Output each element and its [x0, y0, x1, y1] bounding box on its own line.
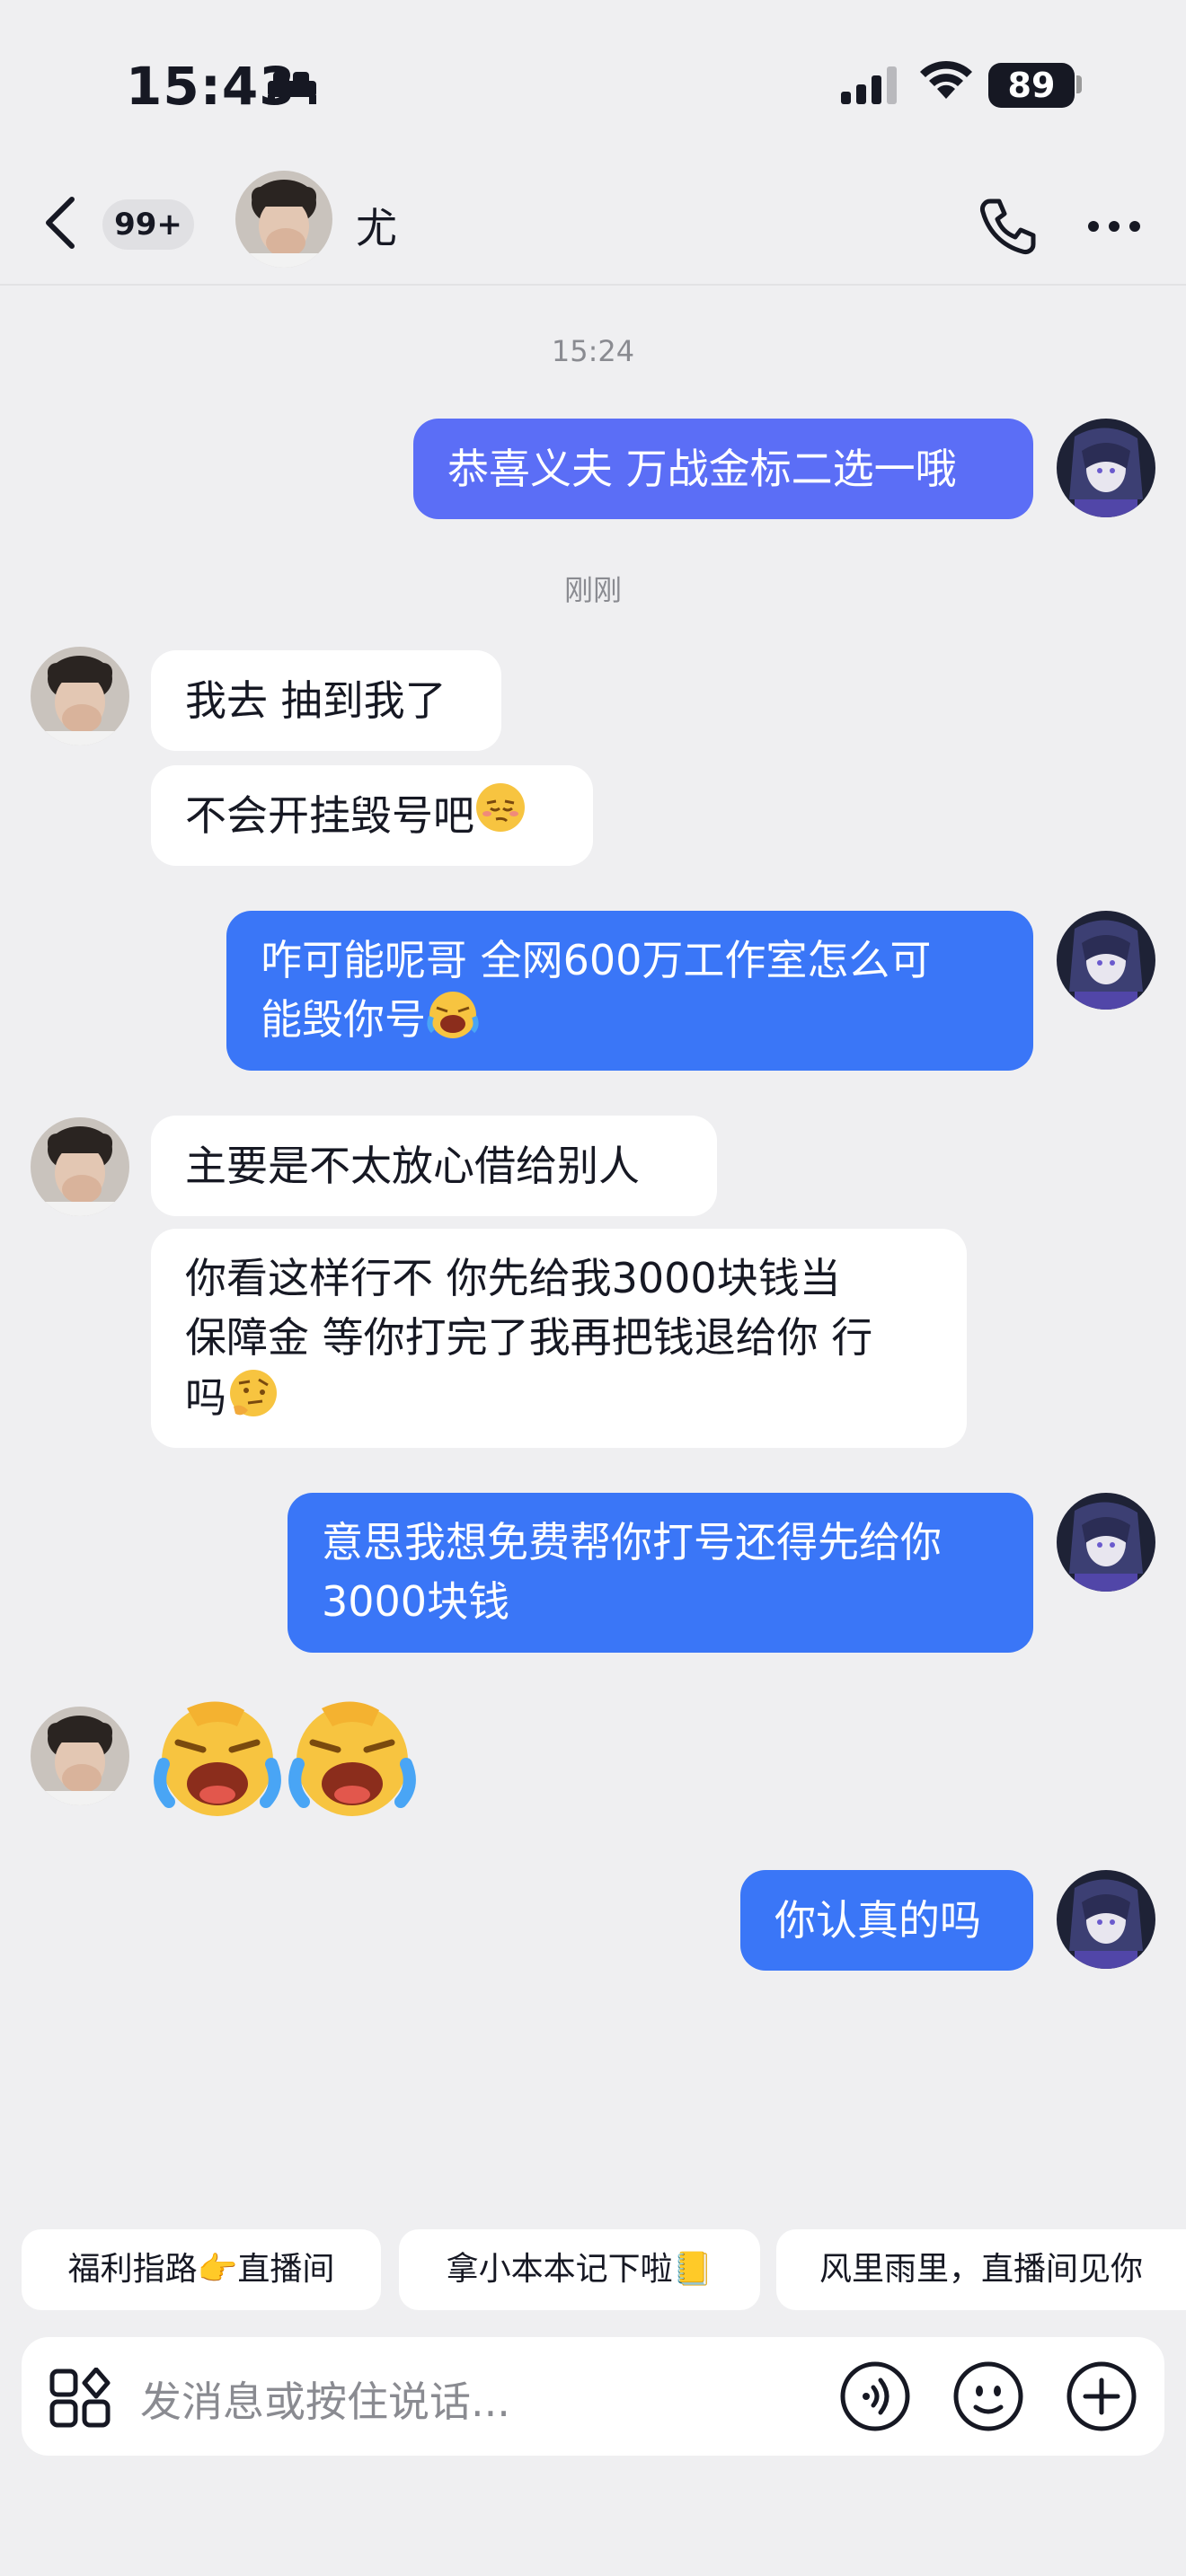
timestamp: 15:24: [551, 334, 635, 368]
contact-message-avatar[interactable]: [31, 1117, 129, 1216]
message-text-line: 能毁你号: [261, 995, 426, 1044]
contact-message-bubble[interactable]: 不会开挂毁号吧: [151, 765, 593, 866]
header-divider: [0, 284, 1186, 286]
message-text-line: 咋可能呢哥 全网600万工作室怎么可: [261, 936, 932, 984]
contact-message-avatar[interactable]: [31, 647, 129, 745]
thinking-emoji-icon: [226, 1367, 280, 1434]
contact-avatar[interactable]: [235, 171, 332, 268]
battery-level: 89: [988, 63, 1075, 108]
contact-message-avatar[interactable]: [31, 1707, 129, 1805]
smirk-emoji-icon: [474, 769, 527, 869]
laugh-cry-emoji-icon[interactable]: [151, 1696, 286, 1825]
my-avatar[interactable]: [1057, 911, 1155, 1010]
laugh-cry-emoji-icon[interactable]: [286, 1696, 420, 1825]
my-message-bubble[interactable]: 恭喜义夫 万战金标二选一哦: [413, 419, 1033, 519]
my-message-bubble[interactable]: 你认真的吗: [740, 1870, 1033, 1971]
my-message-bubble[interactable]: 咋可能呢哥 全网600万工作室怎么可 能毁你号: [226, 911, 1033, 1071]
message-text: 我去 抽到我了: [185, 676, 447, 725]
quick-reply-chip[interactable]: 拿小本本记下啦📒: [399, 2229, 760, 2310]
my-avatar[interactable]: [1057, 1870, 1155, 1969]
message-text: 主要是不太放心借给别人: [185, 1142, 640, 1190]
contact-message-bubble[interactable]: 主要是不太放心借给别人: [151, 1116, 717, 1216]
wifi-icon: [918, 57, 974, 104]
message-text: 你认真的吗: [774, 1896, 981, 1945]
cellular-signal-icon: [839, 65, 898, 108]
my-avatar[interactable]: [1057, 1493, 1155, 1592]
apps-grid-icon[interactable]: [49, 2367, 113, 2432]
sleep-focus-icon: [266, 68, 318, 108]
voice-input-icon[interactable]: [839, 2360, 911, 2436]
timestamp: 刚刚: [563, 573, 622, 607]
message-input[interactable]: 发消息或按住说话...: [140, 2369, 510, 2429]
contact-name[interactable]: 尤: [356, 196, 397, 255]
back-arrow-icon[interactable]: [38, 194, 81, 255]
message-text-line: 你看这样行不 你先给我3000块钱当: [185, 1254, 841, 1302]
message-text-line: 吗: [185, 1373, 226, 1422]
emoji-picker-icon[interactable]: [952, 2360, 1024, 2436]
add-more-icon[interactable]: [1066, 2360, 1137, 2436]
more-options-icon[interactable]: [1087, 219, 1141, 236]
phone-call-icon[interactable]: [978, 196, 1039, 260]
message-text: 不会开挂毁号吧: [185, 791, 474, 840]
quick-reply-chip[interactable]: 福利指路👉直播间: [22, 2229, 381, 2310]
message-text-line: 保障金 等你打完了我再把钱退给你 行: [185, 1313, 873, 1362]
quick-reply-chip[interactable]: 风里雨里，直播间见你: [776, 2229, 1186, 2310]
contact-message-bubble[interactable]: 你看这样行不 你先给我3000块钱当 保障金 等你打完了我再把钱退给你 行 吗: [151, 1229, 967, 1448]
message-text-line: 意思我想免费帮你打号还得先给你: [322, 1518, 942, 1566]
laugh-cry-emoji-icon: [426, 990, 480, 1055]
my-message-bubble[interactable]: 意思我想免费帮你打号还得先给你 3000块钱: [288, 1493, 1033, 1653]
unread-count-badge[interactable]: 99+: [102, 199, 194, 250]
message-text: 恭喜义夫 万战金标二选一哦: [447, 445, 957, 493]
battery-icon: [1076, 75, 1082, 93]
message-text-line: 3000块钱: [322, 1577, 510, 1626]
contact-message-bubble[interactable]: 我去 抽到我了: [151, 650, 501, 751]
my-avatar[interactable]: [1057, 419, 1155, 517]
